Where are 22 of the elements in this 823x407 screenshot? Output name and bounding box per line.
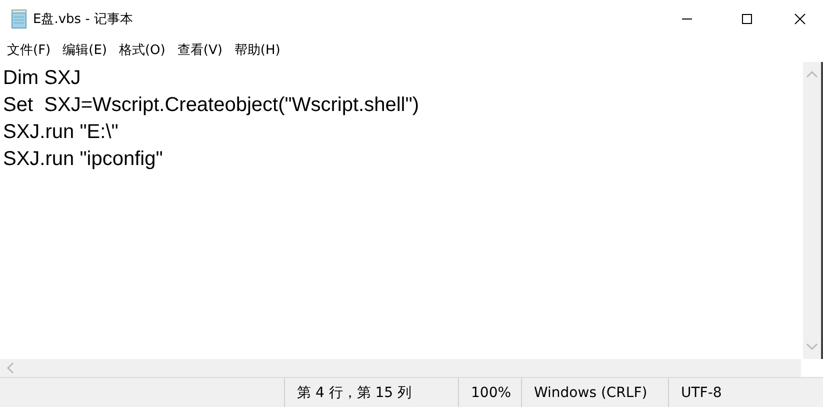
status-text: 第 4 行，第 15 列 (284, 378, 458, 407)
code-line: Dim SXJ (3, 66, 81, 91)
menu-item[interactable]: 帮助(H) (229, 39, 286, 61)
scroll-up-icon[interactable] (806, 70, 818, 78)
window-title: E盘.vbs - 记事本 (33, 11, 134, 28)
status-text: 100% (458, 378, 521, 407)
horizontal-scrollbar[interactable] (0, 359, 801, 377)
status-text: Windows (CRLF) (521, 378, 668, 407)
code-line: Set SXJ=Wscript.Createobject("Wscript.shell") (3, 93, 419, 118)
close-icon (794, 13, 806, 25)
menu-item[interactable]: 格式(O) (114, 39, 170, 61)
vertical-scrollbar[interactable] (803, 62, 823, 359)
status-text: UTF-8 (668, 378, 823, 407)
code-line: SXJ.run "E:\" (3, 120, 118, 145)
scroll-left-icon[interactable] (6, 362, 14, 374)
menu-item[interactable]: 查看(V) (172, 39, 228, 61)
scroll-down-icon[interactable] (806, 343, 818, 351)
code-line: SXJ.run "ipconfig" (3, 147, 163, 172)
menu-item[interactable]: 文件(F) (2, 39, 56, 61)
maximize-icon (741, 13, 753, 25)
notepad-icon (10, 9, 28, 29)
menu-item[interactable]: 编辑(E) (58, 39, 112, 61)
